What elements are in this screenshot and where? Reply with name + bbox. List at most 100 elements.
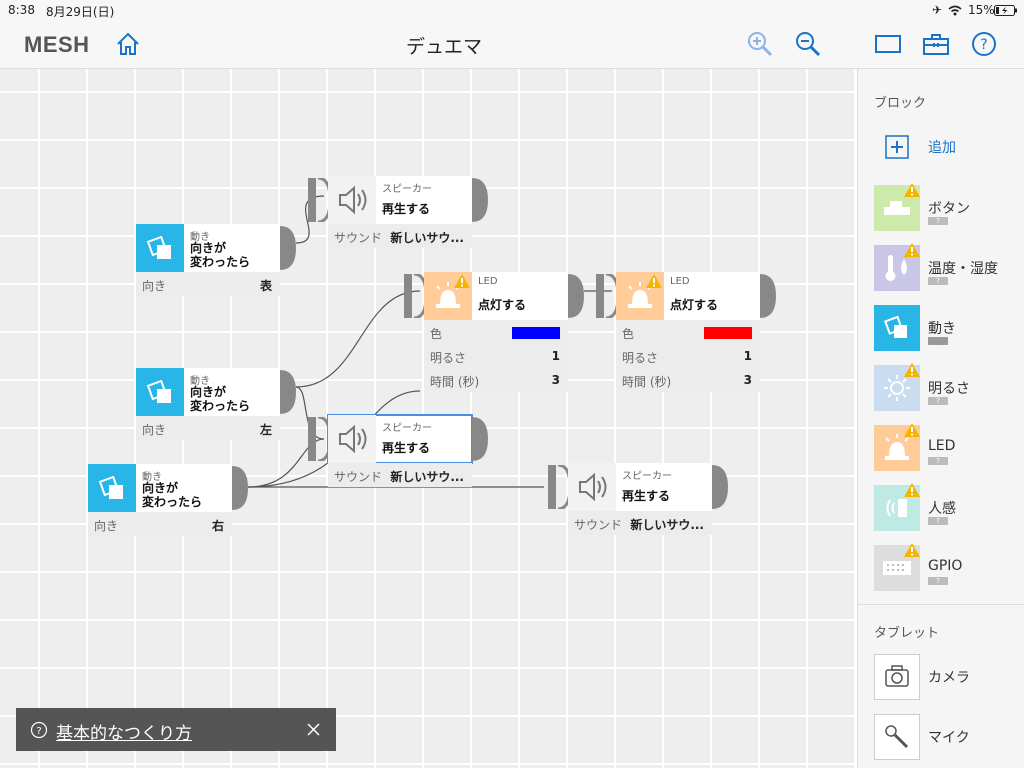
tutorial-link[interactable]: 基本的なつくり方 xyxy=(56,719,192,744)
property-row[interactable]: サウンド 新しいサウ... xyxy=(328,224,472,248)
sidebar-toggle-icon[interactable] xyxy=(874,30,902,58)
input-connector[interactable] xyxy=(596,274,618,318)
property-label: 時間 (秒) xyxy=(430,375,480,389)
property-row[interactable]: 向き 右 xyxy=(88,512,232,536)
sidebar-item-label: GPIO xyxy=(928,558,963,574)
unpaired-badge: ? xyxy=(928,457,948,465)
sidebar-divider xyxy=(858,604,1024,605)
sidebar-item-button[interactable]: ボタン ? xyxy=(874,183,1024,231)
sidebar-item-human-sensor[interactable]: 人感 ? xyxy=(874,483,1024,531)
zoom-in-icon[interactable] xyxy=(746,30,774,58)
status-bar: 8:38 8月29日(日) ✈ 15% xyxy=(0,0,1024,20)
battery-percent: 15% xyxy=(968,3,995,17)
sidebar-item-label: ボタン xyxy=(928,201,970,217)
sidebar-item-label: 明るさ xyxy=(928,381,970,397)
property-row[interactable]: 明るさ 1 xyxy=(616,344,760,368)
property-value: 1 xyxy=(551,349,560,363)
output-connector[interactable] xyxy=(760,274,776,318)
input-connector[interactable] xyxy=(548,465,570,509)
block-properties: サウンド 新しいサウ... xyxy=(568,511,712,535)
block-title: 再生する xyxy=(382,441,431,455)
block-properties: 向き 表 xyxy=(136,272,280,296)
color-swatch[interactable] xyxy=(512,327,560,339)
property-value: 新しいサウ... xyxy=(390,231,464,245)
property-row[interactable]: 時間 (秒) 3 xyxy=(616,368,760,392)
warning-icon xyxy=(646,274,662,288)
output-connector[interactable] xyxy=(280,226,296,270)
unpaired-badge: ? xyxy=(928,397,948,405)
sidebar-item-microphone[interactable]: マイク xyxy=(874,714,1024,760)
block-title: 点灯する xyxy=(670,298,719,312)
property-row[interactable]: 色 xyxy=(424,320,568,344)
block-section-header: ブロック xyxy=(874,96,927,111)
warning-icon xyxy=(904,363,920,377)
output-connector[interactable] xyxy=(712,465,728,509)
sidebar-item-led[interactable]: LED ? xyxy=(874,423,1024,471)
property-row[interactable]: 色 xyxy=(616,320,760,344)
add-block-button[interactable]: 追加 xyxy=(874,124,1024,170)
property-label: サウンド xyxy=(334,231,383,245)
property-label: 時間 (秒) xyxy=(622,375,672,389)
block-category: LED xyxy=(670,276,690,287)
output-connector[interactable] xyxy=(472,417,488,461)
toolbox-icon[interactable] xyxy=(922,30,950,58)
property-label: サウンド xyxy=(334,470,383,484)
property-label: 向き xyxy=(142,279,167,293)
sidebar-item-temperature[interactable]: 温度・湿度 ? xyxy=(874,243,1024,291)
speaker-icon xyxy=(328,176,376,224)
sidebar-item-label: マイク xyxy=(928,730,970,746)
property-row[interactable]: サウンド 新しいサウ... xyxy=(328,463,472,487)
unpaired-badge: ? xyxy=(928,517,948,525)
close-icon[interactable] xyxy=(307,723,320,736)
block-title: 再生する xyxy=(622,489,671,503)
output-connector[interactable] xyxy=(472,178,488,222)
status-time: 8:38 xyxy=(8,3,35,17)
battery-indicator xyxy=(928,337,948,345)
block-title: 向きが 変わったら xyxy=(142,481,203,509)
block-title: 向きが 変わったら xyxy=(190,241,251,269)
block-properties: 色 明るさ 1 時間 (秒) 3 xyxy=(616,320,760,392)
help-icon[interactable]: ? xyxy=(970,30,998,58)
block-title: 再生する xyxy=(382,202,431,216)
property-row[interactable]: サウンド 新しいサウ... xyxy=(568,511,712,535)
warning-icon xyxy=(904,423,920,437)
sidebar-item-motion[interactable]: 動き xyxy=(874,305,1024,351)
property-label: サウンド xyxy=(574,518,623,532)
sidebar-item-label: カメラ xyxy=(928,670,970,686)
property-value: 左 xyxy=(259,423,272,437)
zoom-out-icon[interactable] xyxy=(794,30,822,58)
property-row[interactable]: 明るさ 1 xyxy=(424,344,568,368)
speaker-icon xyxy=(568,463,616,511)
output-connector[interactable] xyxy=(568,274,584,318)
input-connector[interactable] xyxy=(308,178,330,222)
property-label: 色 xyxy=(622,327,635,341)
sidebar-item-label: 人感 xyxy=(928,501,956,517)
sidebar-item-camera[interactable]: カメラ xyxy=(874,654,1024,700)
block-properties: 向き 左 xyxy=(136,416,280,440)
block-title: 向きが 変わったら xyxy=(190,385,251,413)
workspace-canvas[interactable]: 動き 向きが 変わったら 向き表 動き 向きが 変わったら 向き左 動き 向きが… xyxy=(0,69,856,768)
property-row[interactable]: 向き 表 xyxy=(136,272,280,296)
property-value: 右 xyxy=(211,519,224,533)
status-date: 8月29日(日) xyxy=(46,5,115,19)
block-category: スピーカー xyxy=(622,471,672,482)
input-connector[interactable] xyxy=(308,417,330,461)
property-label: 明るさ xyxy=(430,351,467,365)
property-label: 明るさ xyxy=(622,351,659,365)
property-row[interactable]: 時間 (秒) 3 xyxy=(424,368,568,392)
microphone-icon xyxy=(874,714,920,760)
property-value: 表 xyxy=(259,279,272,293)
output-connector[interactable] xyxy=(280,370,296,414)
output-connector[interactable] xyxy=(232,466,248,510)
input-connector[interactable] xyxy=(404,274,426,318)
warning-icon xyxy=(904,543,920,557)
sidebar-item-label: LED xyxy=(928,438,956,454)
property-value: 3 xyxy=(551,373,560,387)
color-swatch[interactable] xyxy=(704,327,752,339)
sidebar-item-label: 温度・湿度 xyxy=(928,261,998,277)
sidebar-item-gpio[interactable]: GPIO ? xyxy=(874,543,1024,591)
sidebar-item-brightness[interactable]: 明るさ ? xyxy=(874,363,1024,411)
property-row[interactable]: 向き 左 xyxy=(136,416,280,440)
tutorial-banner: ? 基本的なつくり方 xyxy=(16,708,336,751)
plus-icon xyxy=(885,135,909,159)
